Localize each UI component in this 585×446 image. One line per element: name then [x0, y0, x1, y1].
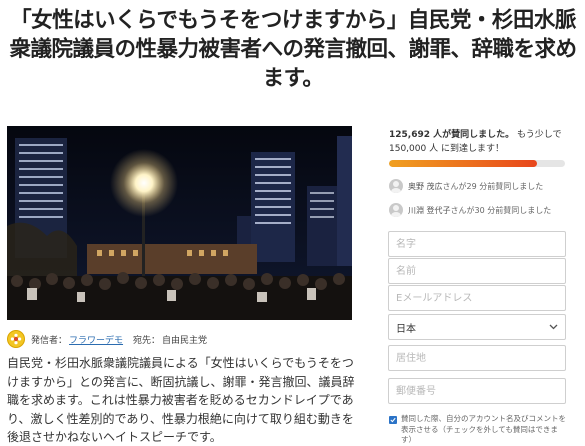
chevron-down-icon [548, 322, 558, 332]
petition-description: 自民党・杉田水脈衆議院議員による「女性はいくらでもうそをつけますから」との発言に… [7, 356, 355, 444]
signer-avatar-icon [389, 179, 403, 193]
petition-title: 「女性はいくらでもうそをつけますから」自民党・杉田水脈衆議院議員の性暴力被害者へ… [9, 8, 577, 91]
country-select[interactable]: 日本 [388, 314, 566, 340]
starter-avatar[interactable] [7, 330, 25, 348]
starter-label: 発信者： [31, 335, 68, 346]
signature-progress-bar [389, 160, 565, 167]
recipient-name: 自由民主党 [162, 335, 208, 346]
goal-count: 150,000 人 [389, 144, 439, 154]
postal-code-field[interactable] [388, 378, 566, 404]
signer-time: さんが29 分前賛同しました [442, 181, 544, 191]
recent-signer: 川淵 登代子 さんが30 分前賛同しました [389, 201, 551, 219]
starter-name-link[interactable]: フラワーデモ [69, 333, 123, 346]
signed-count: 125,692 人が賛同しました。 [389, 130, 515, 140]
petition-photo [7, 126, 352, 320]
consent-checkbox[interactable] [389, 416, 397, 424]
recent-signer: 奥野 茂広 さんが29 分前賛同しました [389, 177, 543, 195]
consent-text: 賛同した際、自分のアカウント名及びコメントを表示させる（チェックを外しても賛同は… [401, 414, 566, 444]
consent-option: 賛同した際、自分のアカウント名及びコメントを表示させる（チェックを外しても賛同は… [389, 414, 569, 446]
signer-avatar-icon [389, 203, 403, 217]
signer-name: 奥野 茂広 [408, 181, 443, 191]
signer-name: 川淵 登代子 [408, 205, 451, 215]
starter-info: 発信者： フラワーデモ 宛先： 自由民主党 [7, 329, 207, 349]
address-field[interactable] [388, 345, 566, 371]
country-value: 日本 [396, 323, 416, 335]
goal-prefix: もう少しで [517, 130, 562, 140]
first-name-field[interactable] [388, 258, 566, 284]
signature-stats: 125,692 人が賛同しました。 もう少しで 150,000 人 に到達します… [389, 128, 579, 156]
last-name-field[interactable] [388, 231, 566, 257]
progress-fill [389, 160, 537, 167]
signer-time: さんが30 分前賛同しました [450, 205, 552, 215]
recipient-label: 宛先： [133, 335, 161, 346]
goal-suffix: に到達します！ [440, 144, 504, 154]
email-field[interactable] [388, 285, 566, 311]
